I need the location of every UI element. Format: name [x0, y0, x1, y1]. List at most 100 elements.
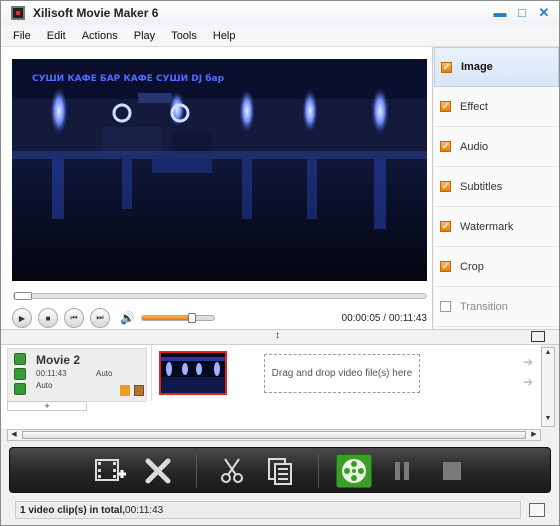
- menu-play[interactable]: Play: [126, 30, 163, 42]
- tab-transition[interactable]: Transition: [434, 287, 559, 327]
- tab-transition-label: Transition: [460, 300, 508, 313]
- time-separator: /: [380, 312, 389, 324]
- tab-watermark[interactable]: ✓ Watermark: [434, 207, 559, 247]
- close-button[interactable]: ✕: [535, 4, 553, 21]
- status-text: 1 video clip(s) in total,: [20, 504, 126, 516]
- tab-image-label: Image: [461, 61, 493, 73]
- movie-audio-icon[interactable]: [14, 368, 26, 380]
- add-video-button[interactable]: [92, 454, 128, 488]
- preview-panel: СУШИ КАФЕ БАР КАФЕ СУШИ DJ бар ▶ ■ ⏮ ⏭ 🔊…: [1, 47, 433, 329]
- resize-grip-icon[interactable]: ↕: [275, 330, 280, 341]
- move-right-arrow-icon[interactable]: ➔: [523, 375, 533, 389]
- volume-slider[interactable]: [140, 313, 215, 323]
- tab-effect[interactable]: ✓ Effect: [434, 87, 559, 127]
- checkbox-subtitles[interactable]: ✓: [440, 181, 451, 192]
- horizontal-scrollbar[interactable]: ◀ ▶: [7, 429, 541, 441]
- panel-splitter[interactable]: ↕: [1, 329, 559, 345]
- maximize-button[interactable]: □: [513, 4, 531, 21]
- checkbox-crop[interactable]: ✓: [440, 261, 451, 272]
- movie-track-header[interactable]: Movie 2 00:11:43 Auto Auto: [7, 348, 147, 402]
- menu-edit[interactable]: Edit: [39, 30, 74, 42]
- scroll-right-icon[interactable]: ▶: [528, 430, 540, 440]
- video-preview[interactable]: СУШИ КАФЕ БАР КАФЕ СУШИ DJ бар: [12, 59, 427, 281]
- seek-handle[interactable]: [14, 292, 32, 300]
- convert-button[interactable]: [336, 454, 372, 488]
- pause-icon: [395, 462, 409, 480]
- add-video-icon: [95, 459, 126, 481]
- menu-bar: File Edit Actions Play Tools Help: [1, 25, 559, 47]
- time-readout: 00:00:05 / 00:11:43: [342, 313, 427, 324]
- tab-crop-label: Crop: [460, 260, 484, 273]
- folder-icon[interactable]: [120, 385, 130, 396]
- log-icon[interactable]: [529, 503, 545, 517]
- play-button[interactable]: ▶: [12, 308, 32, 328]
- tab-crop[interactable]: ✓ Crop: [434, 247, 559, 287]
- stop-convert-button[interactable]: [434, 454, 470, 488]
- movie-settings-icon[interactable]: [14, 353, 26, 365]
- scroll-thumb[interactable]: [22, 431, 526, 439]
- pause-button[interactable]: [384, 454, 420, 488]
- stop-button[interactable]: ■: [38, 308, 58, 328]
- tab-image[interactable]: ✓ Image: [434, 47, 559, 87]
- movie-status-icon[interactable]: [14, 383, 26, 395]
- tab-watermark-label: Watermark: [460, 220, 514, 233]
- timeline-track: Movie 2 00:11:43 Auto Auto + Drag and dr…: [1, 345, 541, 429]
- next-frame-button[interactable]: ⏭: [90, 308, 110, 328]
- tab-audio-label: Audio: [460, 140, 489, 153]
- split-button[interactable]: [214, 454, 250, 488]
- app-window: Xilisoft Movie Maker 6 ▬ □ ✕ File Edit A…: [0, 0, 560, 526]
- track-divider: [151, 345, 152, 401]
- seek-bar[interactable]: [13, 292, 427, 300]
- movie-auto-setting: Auto: [96, 369, 113, 378]
- status-bar: 1 video clip(s) in total, 00:11:43: [15, 501, 521, 519]
- menu-file[interactable]: File: [5, 30, 39, 42]
- stop-icon: [443, 462, 461, 480]
- window-title: Xilisoft Movie Maker 6: [33, 6, 159, 20]
- scroll-down-icon[interactable]: ▼: [542, 414, 554, 424]
- menu-help[interactable]: Help: [205, 30, 244, 42]
- playback-controls: ▶ ■ ⏮ ⏭ 🔊 00:00:05 / 00:11:43: [12, 307, 427, 329]
- toolbar-separator-2: [318, 454, 319, 488]
- tab-subtitles-label: Subtitles: [460, 180, 503, 193]
- scroll-left-icon[interactable]: ◀: [8, 430, 20, 440]
- convert-film-reel-icon: [342, 459, 366, 483]
- title-bar: Xilisoft Movie Maker 6 ▬ □ ✕: [1, 1, 559, 25]
- checkbox-audio[interactable]: ✓: [440, 141, 451, 152]
- checkbox-image[interactable]: ✓: [441, 61, 452, 73]
- current-time: 00:00:05: [341, 312, 381, 324]
- drop-zone[interactable]: Drag and drop video file(s) here: [264, 354, 420, 393]
- clip-list-button[interactable]: [262, 454, 298, 488]
- status-time: 00:11:43: [125, 504, 164, 516]
- checkbox-transition[interactable]: [440, 301, 451, 312]
- menu-tools[interactable]: Tools: [163, 30, 205, 42]
- movie-auto-setting-2: Auto: [36, 381, 53, 390]
- video-frame-image: СУШИ КАФЕ БАР КАФЕ СУШИ DJ бар: [12, 59, 427, 281]
- checkbox-effect[interactable]: ✓: [440, 101, 451, 112]
- previous-frame-button[interactable]: ⏮: [64, 308, 84, 328]
- toolbar-separator: [196, 454, 197, 488]
- output-settings-icon[interactable]: [531, 331, 545, 342]
- edit-tabs: ✓ Image ✓ Effect ✓ Audio ✓ Subtitles ✓ Waterm…: [434, 47, 559, 329]
- app-logo-icon: [11, 6, 25, 20]
- scroll-up-icon[interactable]: ▲: [542, 348, 554, 358]
- total-time: 00:11:43: [388, 312, 427, 324]
- move-up-arrow-icon[interactable]: ➔: [523, 355, 533, 369]
- menu-actions[interactable]: Actions: [74, 30, 126, 42]
- volume-level: [141, 316, 193, 320]
- add-movie-button[interactable]: +: [7, 401, 87, 411]
- svg-text:СУШИ КАФЕ БАР КАФЕ СУШИ D: СУШИ КАФЕ БАР КАФЕ СУШИ DJ бар: [32, 73, 225, 84]
- video-clip-thumbnail[interactable]: [159, 351, 227, 395]
- clip-list-icon: [268, 458, 292, 485]
- vertical-scrollbar[interactable]: ▲ ▼: [541, 347, 555, 427]
- minimize-button[interactable]: ▬: [491, 4, 509, 21]
- main-toolbar: [9, 447, 551, 493]
- volume-handle[interactable]: [188, 313, 197, 323]
- volume-icon[interactable]: 🔊: [120, 311, 135, 325]
- tab-audio[interactable]: ✓ Audio: [434, 127, 559, 167]
- movie-duration: 00:11:43: [36, 369, 67, 378]
- tab-subtitles[interactable]: ✓ Subtitles: [434, 167, 559, 207]
- film-icon[interactable]: [134, 385, 144, 396]
- delete-icon: [145, 458, 171, 484]
- delete-button[interactable]: [140, 454, 176, 488]
- checkbox-watermark[interactable]: ✓: [440, 221, 451, 232]
